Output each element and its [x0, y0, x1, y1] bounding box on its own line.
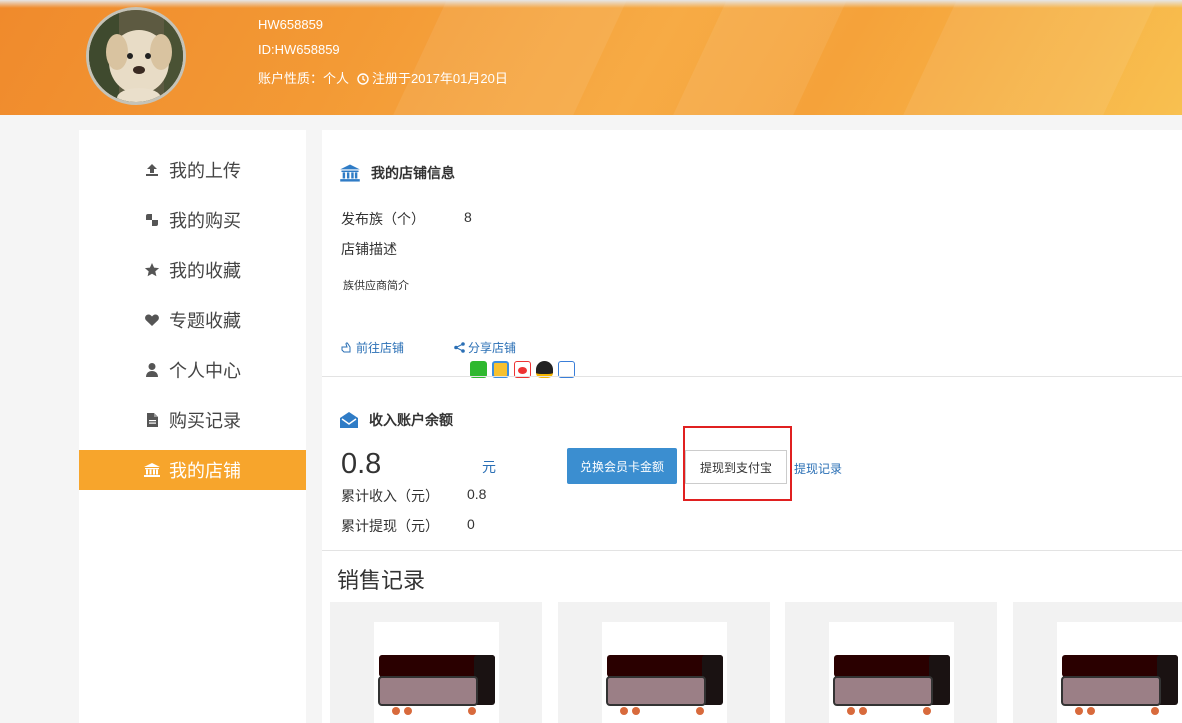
shop-info-title: 我的店铺信息 — [339, 163, 455, 183]
total-income-value: 0.8 — [467, 486, 487, 502]
total-withdraw-label: 累计提现（元） — [341, 518, 439, 534]
file-icon — [143, 411, 161, 429]
goto-shop-link[interactable]: 前往店铺 — [341, 339, 404, 356]
section-title-text: 我的店铺信息 — [371, 165, 455, 181]
heart-icon — [143, 311, 161, 329]
sidebar-item-label: 我的上传 — [169, 161, 241, 181]
sidebar: 我的上传 我的购买 我的收藏 专题收藏 个人中心 购买记录 我的店铺 — [79, 130, 306, 723]
envelope-icon — [339, 411, 359, 429]
sidebar-item-label: 购买记录 — [169, 411, 241, 431]
sidebar-item-label: 我的购买 — [169, 211, 241, 231]
sidebar-item-my-shop[interactable]: 我的店铺 — [79, 450, 306, 490]
product-card[interactable] — [1013, 602, 1182, 723]
product-thumbnail — [1057, 622, 1182, 723]
sidebar-item-purchases[interactable]: 我的购买 — [79, 200, 306, 240]
purchase-icon — [143, 211, 161, 229]
user-info: HW658859 ID:HW658859 账户性质：个人 注册于2017年01月… — [258, 16, 508, 91]
product-card[interactable] — [558, 602, 770, 723]
goto-shop-label: 前往店铺 — [356, 341, 405, 355]
user-id: ID:HW658859 — [258, 42, 340, 57]
product-card[interactable] — [785, 602, 997, 723]
sidebar-item-purchase-history[interactable]: 购买记录 — [79, 400, 306, 440]
sidebar-item-label: 我的店铺 — [169, 461, 241, 481]
star-icon — [143, 261, 161, 279]
sales-title: 销售记录 — [337, 568, 426, 593]
share-icon — [454, 342, 465, 353]
product-thumbnail — [829, 622, 954, 723]
main-panel: 我的店铺信息 发布族（个） 8 店铺描述 族供应商简介 前往店铺 分享店铺 收入… — [322, 130, 1182, 723]
balance-value: 0.8 — [341, 448, 382, 480]
income-title: 收入账户余额 — [339, 410, 453, 430]
withdraw-history-link[interactable]: 提现记录 — [794, 460, 842, 477]
registered-date: 注册于2017年01月20日 — [372, 70, 508, 86]
account-meta: 账户性质：个人 注册于2017年01月20日 — [258, 66, 508, 91]
total-withdraw-value: 0 — [467, 516, 475, 532]
user-icon — [143, 361, 161, 379]
product-card[interactable] — [330, 602, 542, 723]
sidebar-item-favorites[interactable]: 我的收藏 — [79, 250, 306, 290]
sidebar-item-profile[interactable]: 个人中心 — [79, 350, 306, 390]
total-income-label: 累计收入（元） — [341, 488, 439, 504]
sidebar-item-topic-favorites[interactable]: 专题收藏 — [79, 300, 306, 340]
avatar[interactable] — [86, 7, 186, 105]
clock-icon — [357, 72, 369, 85]
sidebar-item-label: 个人中心 — [169, 361, 241, 381]
highlight-annotation — [683, 426, 792, 501]
hand-pointer-icon — [341, 342, 353, 353]
balance-unit: 元 — [482, 459, 496, 475]
upload-icon — [143, 161, 161, 179]
bank-icon — [143, 461, 161, 479]
share-shop-label: 分享店铺 — [468, 341, 517, 355]
bank-icon — [339, 163, 361, 183]
product-thumbnail — [602, 622, 727, 723]
share-shop-link[interactable]: 分享店铺 — [454, 339, 516, 356]
section-title-text: 收入账户余额 — [369, 412, 453, 428]
shop-desc-value: 族供应商简介 — [343, 280, 409, 292]
profile-banner: HW658859 ID:HW658859 账户性质：个人 注册于2017年01月… — [0, 0, 1182, 115]
shop-desc-label: 店铺描述 — [341, 241, 397, 257]
exchange-membership-button[interactable]: 兑换会员卡金额 — [567, 448, 677, 484]
published-value: 8 — [464, 209, 472, 225]
product-thumbnail — [374, 622, 499, 723]
username: HW658859 — [258, 17, 324, 32]
sidebar-item-uploads[interactable]: 我的上传 — [79, 150, 306, 190]
sidebar-item-label: 专题收藏 — [169, 311, 241, 331]
sidebar-item-label: 我的收藏 — [169, 261, 241, 281]
published-label: 发布族（个） — [341, 211, 425, 227]
account-type: 账户性质：个人 — [258, 70, 350, 86]
